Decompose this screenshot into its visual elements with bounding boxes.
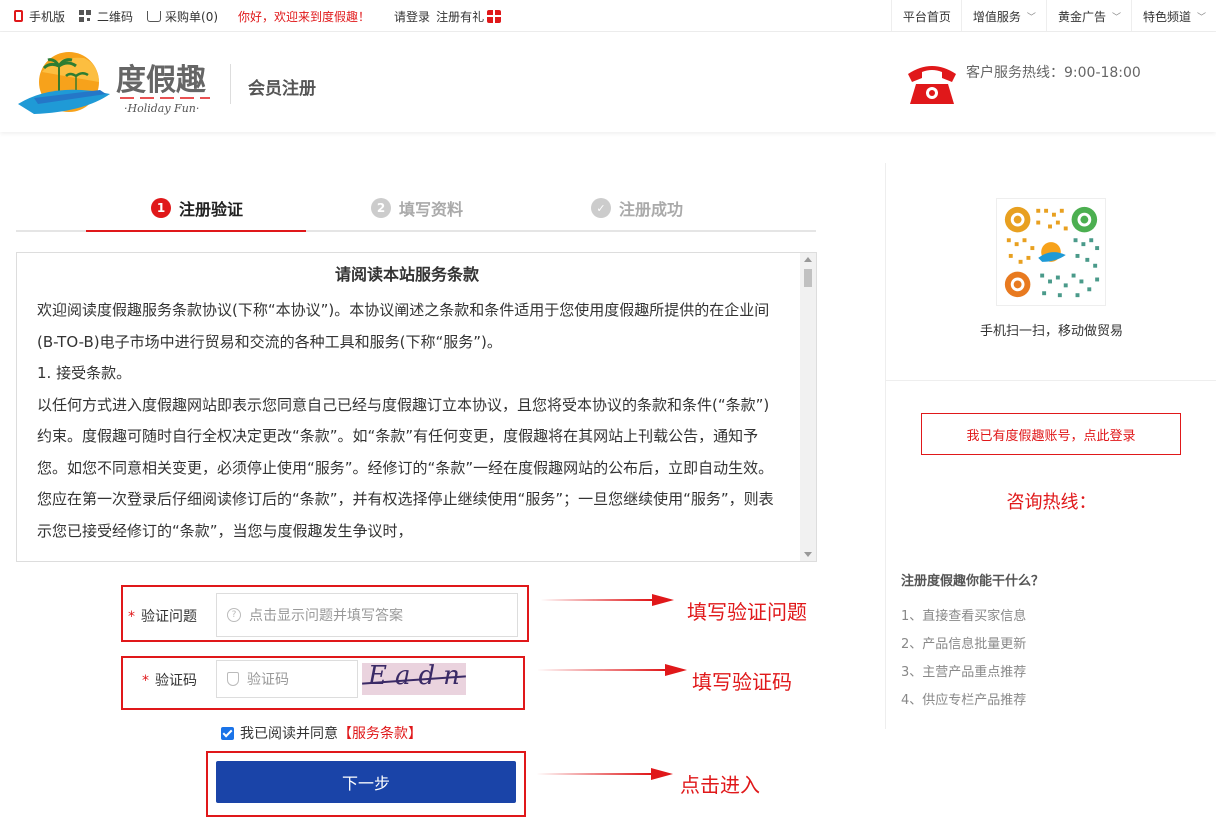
top-bar: 手机版 二维码 采购单(0) 你好，欢迎来到度假趣！ 请登录 注册有礼 平台首页… [0, 0, 1216, 32]
nav-value-services-label: 增值服务 [972, 9, 1021, 24]
nav-gold-ads[interactable]: 黄金广告 ﹀ [1045, 0, 1131, 32]
terms-title: 请阅读本站服务条款 [334, 265, 479, 284]
mobile-version-link[interactable]: 手机版 [14, 8, 65, 25]
gift-icon [487, 9, 502, 23]
register-gift-label: 注册有礼 [436, 9, 485, 24]
mobile-version-label: 手机版 [29, 9, 66, 24]
question-input[interactable]: ? 点击显示问题并填写答案 [216, 593, 518, 637]
site-header: 度假趣 ·Holiday Fun· 会员注册 客户服务热线：9:00-18:00 [0, 32, 1216, 132]
question-label: * 验证问题 [128, 606, 197, 626]
top-nav: 平台首页 增值服务 ﹀ 黄金广告 ﹀ 特色频道 ﹀ [890, 0, 1216, 32]
mobile-icon [14, 10, 23, 22]
question-label-text: 验证问题 [141, 609, 197, 625]
nav-value-services[interactable]: 增值服务 ﹀ [960, 0, 1046, 32]
terms-paragraph: 欢迎阅读度假趣服务条款协议(下称“本协议”)。本协议阐述之条款和条件适用于您使用… [37, 301, 770, 351]
next-step-button[interactable]: 下一步 [216, 761, 516, 803]
welcome-text: 你好，欢迎来到度假趣！ [238, 9, 371, 24]
step-label: 注册成功 [619, 200, 684, 219]
captcha-label: * 验证码 [142, 670, 197, 690]
shield-icon [227, 672, 239, 686]
hotline-text: 客户服务热线：9:00-18:00 [966, 65, 1141, 81]
page-subtitle: 会员注册 [248, 79, 316, 99]
terms-box[interactable]: 请阅读本站服务条款 欢迎阅读度假趣服务条款协议(下称“本协议”)。本协议阐述之条… [16, 252, 817, 562]
terms-content: 请阅读本站服务条款 欢迎阅读度假趣服务条款协议(下称“本协议”)。本协议阐述之条… [37, 265, 777, 547]
question-placeholder: 点击显示问题并填写答案 [249, 608, 403, 624]
nav-featured-channels-label: 特色频道 [1142, 9, 1191, 24]
cart-icon [147, 10, 162, 22]
list-item: 2、产品信息批量更新 [901, 637, 1027, 652]
arrow-captcha [536, 664, 687, 676]
right-divider [886, 380, 1216, 381]
agree-checkbox[interactable] [221, 726, 234, 740]
logo-text-en: ·Holiday Fun· [124, 102, 199, 115]
terms-scrollbar[interactable] [800, 253, 816, 561]
scroll-down-icon[interactable] [804, 552, 812, 557]
nav-home-label: 平台首页 [902, 9, 951, 24]
telephone-icon [908, 66, 956, 104]
top-bar-left: 手机版 二维码 采购单(0) 你好，欢迎来到度假趣！ 请登录 注册有礼 [14, 0, 502, 32]
captcha-placeholder: 验证码 [247, 672, 289, 688]
scroll-up-icon[interactable] [804, 257, 812, 262]
captcha-input[interactable]: 验证码 [216, 660, 358, 698]
terms-paragraph: 以任何方式进入度假趣网站即表示您同意自己已经与度假趣订立本协议，且您将受本协议的… [37, 395, 774, 540]
annotation-next: 点击进入 [680, 773, 760, 797]
captcha-label-text: 验证码 [155, 673, 197, 689]
consult-hotline: 咨询热线： [1006, 492, 1097, 513]
register-gift-link[interactable]: 注册有礼 [436, 8, 502, 25]
logo-divider [230, 64, 231, 104]
step-fill-info: 2 填写资料 [371, 196, 463, 220]
step-number: 1 [151, 198, 171, 218]
chevron-down-icon: ﹀ [1111, 12, 1121, 23]
qrcode-label: 二维码 [97, 9, 134, 24]
cart-link[interactable]: 采购单(0) [147, 8, 218, 25]
annotation-question: 填写验证问题 [687, 600, 807, 624]
question-icon: ? [227, 608, 241, 622]
step-verify: 1 注册验证 [151, 196, 243, 220]
qr-caption: 手机扫一扫，移动做贸易 [979, 324, 1123, 339]
required-mark: * [142, 673, 149, 689]
cart-label: 采购单(0) [165, 9, 219, 24]
active-step-indicator [86, 230, 306, 232]
login-link[interactable]: 请登录 [394, 8, 430, 25]
nav-gold-ads-label: 黄金广告 [1057, 9, 1106, 24]
agree-row: 我已阅读并同意 【服务条款】 [221, 723, 422, 743]
required-mark: * [128, 609, 135, 625]
qrcode-link[interactable]: 二维码 [79, 8, 133, 25]
step-label: 注册验证 [179, 200, 244, 219]
site-logo[interactable]: 度假趣 ·Holiday Fun· [14, 52, 214, 116]
nav-featured-channels[interactable]: 特色频道 ﹀ [1130, 0, 1216, 32]
right-sidebar: 手机扫一扫，移动做贸易 我已有度假趣账号，点此登录 咨询热线： 注册度假趣你能干… [885, 163, 1216, 729]
arrow-question [540, 594, 674, 606]
chevron-down-icon: ﹀ [1026, 12, 1036, 23]
qrcode-icon [79, 10, 92, 22]
terms-paragraph: 1. 接受条款。 [37, 364, 132, 382]
existing-account-login-button[interactable]: 我已有度假趣账号，点此登录 [921, 413, 1181, 455]
captcha-image[interactable]: Eadn [362, 663, 466, 695]
logo-text-cn: 度假趣 [116, 63, 206, 98]
chevron-down-icon: ﹀ [1196, 12, 1206, 23]
scroll-thumb[interactable] [804, 269, 812, 287]
step-success: ✓ 注册成功 [591, 196, 683, 220]
terms-link[interactable]: 【服务条款】 [338, 723, 422, 743]
step-label: 填写资料 [399, 200, 464, 219]
step-number: 2 [371, 198, 391, 218]
check-icon: ✓ [591, 198, 611, 218]
arrow-next [536, 768, 673, 780]
benefits-title: 注册度假趣你能干什么？ [901, 574, 1045, 589]
registration-steps: 1 注册验证 2 填写资料 ✓ 注册成功 [16, 184, 816, 232]
list-item: 1、直接查看买家信息 [901, 609, 1027, 624]
benefits-list: 1、直接查看买家信息 2、产品信息批量更新 3、主营产品重点推荐 4、供应专栏产… [901, 603, 1026, 715]
list-item: 3、主营产品重点推荐 [901, 665, 1027, 680]
list-item: 4、供应专栏产品推荐 [901, 693, 1027, 708]
qr-code-image [996, 198, 1106, 306]
agree-text: 我已阅读并同意 [240, 726, 338, 742]
nav-home[interactable]: 平台首页 [890, 0, 961, 32]
annotation-captcha: 填写验证码 [692, 670, 792, 694]
